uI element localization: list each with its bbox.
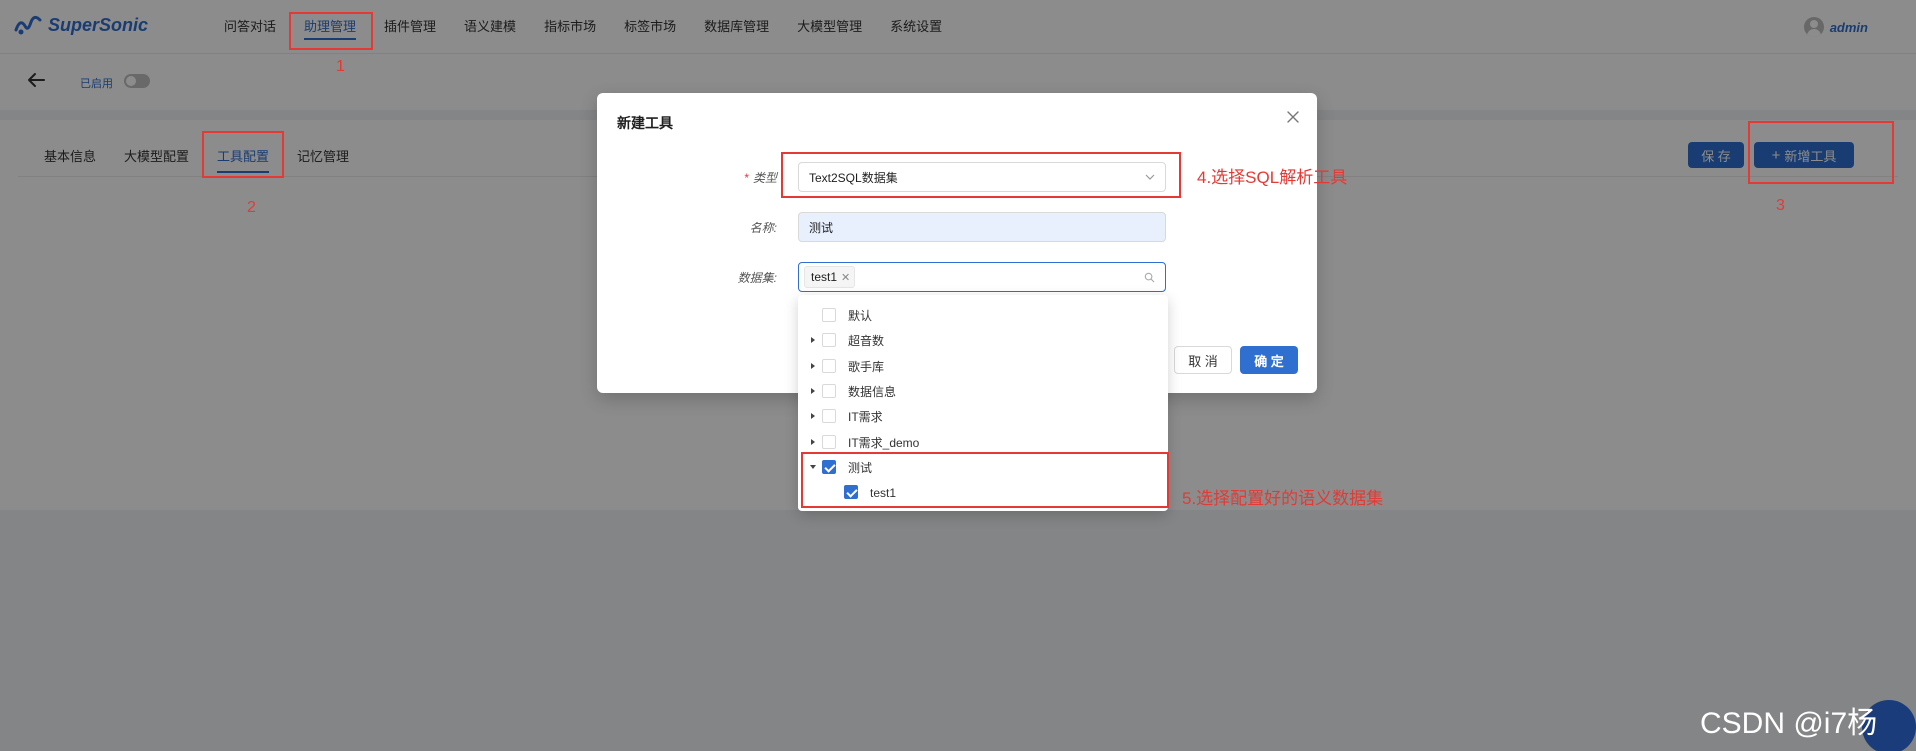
required-mark: * xyxy=(744,171,749,185)
annotation-box-5 xyxy=(801,452,1169,508)
tree-checkbox[interactable] xyxy=(822,434,836,449)
tree-checkbox[interactable] xyxy=(822,358,836,373)
dataset-field-label: 数据集: xyxy=(737,271,777,285)
dataset-tag: test1 ✕ xyxy=(804,266,856,288)
name-input-value: 测试 xyxy=(809,220,834,235)
tree-checkbox[interactable] xyxy=(822,333,836,348)
annotation-box-2 xyxy=(202,131,284,178)
caret-right-icon[interactable] xyxy=(811,438,815,445)
cancel-button-label: 取 消 xyxy=(1188,353,1218,369)
watermark: CSDN @i7杨 xyxy=(1700,707,1878,740)
caret-right-icon[interactable] xyxy=(811,387,815,394)
annotation-number-1: 1 xyxy=(336,58,345,75)
caret-right-icon[interactable] xyxy=(811,413,815,420)
tree-node-label: 默认 xyxy=(848,309,873,323)
tree-node[interactable]: IT需求 xyxy=(798,404,1168,429)
annotation-step-5: 5.选择配置好的语义数据集 xyxy=(1182,489,1384,508)
tree-node-label: IT需求 xyxy=(848,410,883,425)
confirm-button-label: 确 定 xyxy=(1254,353,1284,369)
search-icon xyxy=(1144,272,1155,283)
tree-checkbox[interactable] xyxy=(822,409,836,424)
confirm-button[interactable]: 确 定 xyxy=(1240,346,1298,374)
tree-checkbox[interactable] xyxy=(822,308,836,322)
dataset-tag-label: test1 xyxy=(811,270,838,284)
tree-node[interactable]: 默认 xyxy=(798,303,1168,328)
annotation-step-4: 4.选择SQL解析工具 xyxy=(1197,168,1348,187)
close-icon[interactable] xyxy=(1285,109,1301,125)
tree-node-label: 数据信息 xyxy=(848,384,897,399)
dataset-tree-select[interactable]: test1 ✕ xyxy=(798,262,1166,292)
cancel-button[interactable]: 取 消 xyxy=(1174,346,1232,374)
tree-node[interactable]: IT需求_demo xyxy=(798,430,1168,455)
name-field-label: 名称: xyxy=(749,221,777,235)
tag-remove-icon[interactable]: ✕ xyxy=(841,271,850,284)
tree-node-label: IT需求_demo xyxy=(848,435,920,450)
caret-right-icon[interactable] xyxy=(811,362,815,369)
modal-title: 新建工具 xyxy=(617,115,673,131)
tree-node-label: 超音数 xyxy=(848,334,885,349)
type-field-label-text: 类型 xyxy=(752,171,777,185)
tree-node[interactable]: 数据信息 xyxy=(798,379,1168,404)
type-field-label: * 类型 xyxy=(697,169,777,186)
annotation-box-3 xyxy=(1748,121,1894,184)
caret-right-icon[interactable] xyxy=(811,337,815,344)
annotation-box-4 xyxy=(781,152,1181,198)
annotation-box-1 xyxy=(289,12,373,50)
tree-node[interactable]: 歌手库 xyxy=(798,354,1168,379)
tree-node-label: 歌手库 xyxy=(848,359,885,374)
annotation-number-2: 2 xyxy=(247,199,256,216)
tree-checkbox[interactable] xyxy=(822,383,836,398)
annotation-number-3: 3 xyxy=(1776,197,1785,214)
tree-node[interactable]: 超音数 xyxy=(798,328,1168,353)
name-input[interactable]: 测试 xyxy=(798,212,1166,242)
